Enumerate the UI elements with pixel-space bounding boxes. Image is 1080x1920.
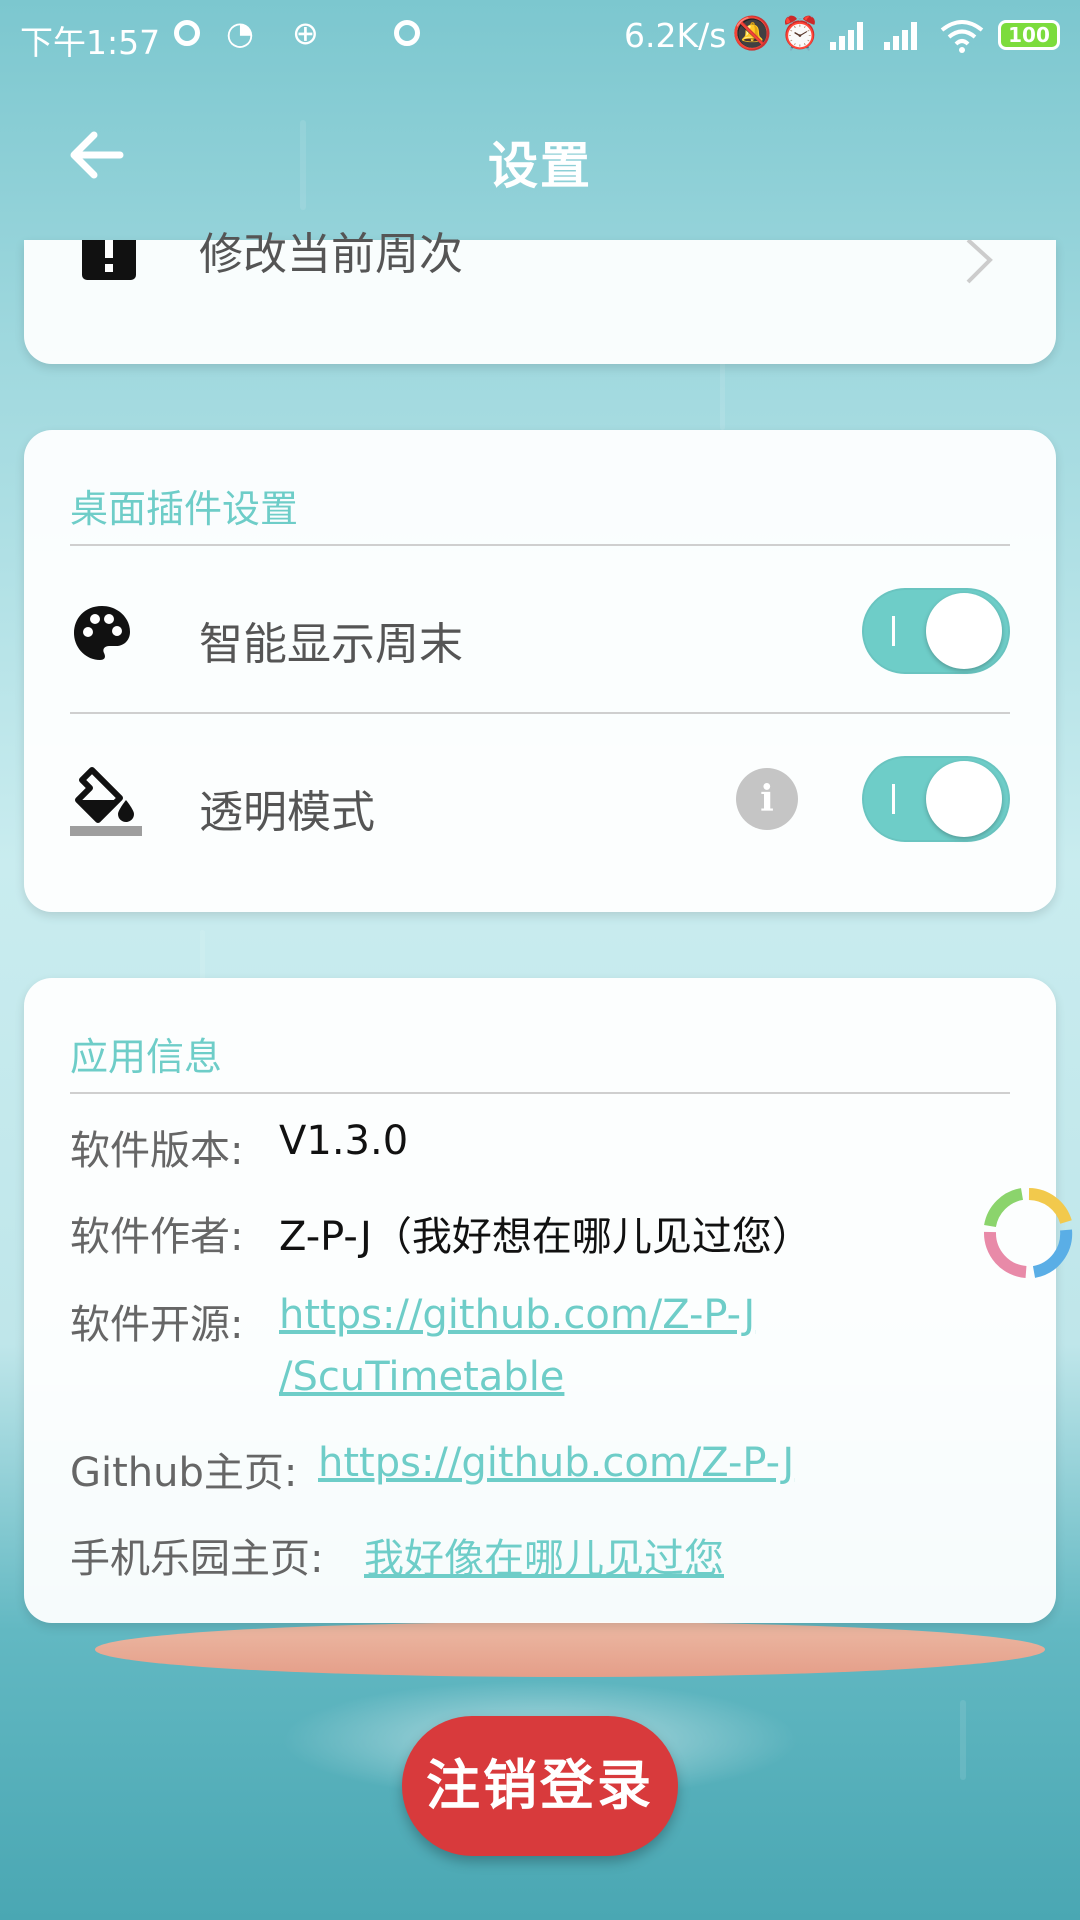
author-label: 软件作者: [70,1214,244,1260]
vpn-icon: ⊕ [292,14,319,52]
battery-icon: 100 [998,20,1060,50]
background-texture [960,1700,966,1780]
source-link-continued[interactable]: /ScuTimetable [279,1354,564,1400]
version-label: 软件版本: [70,1128,244,1174]
status-bar: 下午1:57 ◔ ⊕ 6.2K/s 🔕 ⏰ 100 [0,0,1080,72]
author-value: Z-P-J（我好想在哪儿见过您） [279,1214,812,1260]
status-net-speed: 6.2K/s [624,16,727,55]
circle-icon [174,20,200,46]
palette-icon [74,606,130,660]
row-label-weekend: 智能显示周末 [199,619,463,670]
mute-icon: 🔕 [732,14,772,52]
transparent-toggle[interactable] [862,756,1010,842]
circle-icon [394,20,420,46]
chevron-right-icon [966,240,993,284]
version-value: V1.3.0 [279,1118,409,1164]
alert-icon [82,240,136,280]
row-divider [70,712,1010,714]
github-label: Github主页: [70,1450,298,1496]
wifi-icon [940,20,984,53]
change-week-row[interactable]: 修改当前周次 [24,229,1056,320]
section-divider [70,1092,1010,1094]
settings-card-week: 修改当前周次 [24,229,1056,364]
shouji-label: 手机乐园主页: [70,1536,324,1582]
background-island [95,1622,1045,1677]
signal-icon [830,22,870,50]
widget-settings-card: 桌面插件设置 智能显示周末 透明模式 i [24,430,1056,912]
cast-icon: ◔ [226,14,254,52]
loading-ring-icon[interactable] [978,1182,1080,1284]
section-title-widget: 桌面插件设置 [70,487,299,531]
toggle-on-mark [892,616,895,646]
weekend-toggle[interactable] [862,588,1010,674]
source-label: 软件开源: [70,1302,244,1348]
toggle-on-mark [892,784,895,814]
background-texture [200,930,205,980]
status-time: 下午1:57 [20,23,161,62]
paint-bucket-icon [70,767,142,836]
section-divider [70,544,1010,546]
github-link[interactable]: https://github.com/Z-P-J [318,1440,794,1486]
section-title-app-info: 应用信息 [70,1035,223,1079]
change-week-label: 修改当前周次 [199,229,463,280]
background-texture [720,360,725,430]
page-title: 设置 [488,137,592,195]
logout-button[interactable]: 注销登录 [402,1716,678,1856]
app-header: 设置 [0,80,1080,240]
signal-icon [884,22,924,50]
alarm-icon: ⏰ [780,14,820,52]
toggle-knob [926,593,1002,669]
info-icon[interactable]: i [736,768,798,830]
toggle-knob [926,761,1002,837]
shouji-link[interactable]: 我好像在哪儿见过您 [364,1526,724,1584]
app-info-card: 应用信息 软件版本: V1.3.0 软件作者: Z-P-J（我好想在哪儿见过您）… [24,978,1056,1623]
row-label-transparent: 透明模式 [199,787,375,838]
source-link[interactable]: https://github.com/Z-P-J [279,1292,755,1338]
